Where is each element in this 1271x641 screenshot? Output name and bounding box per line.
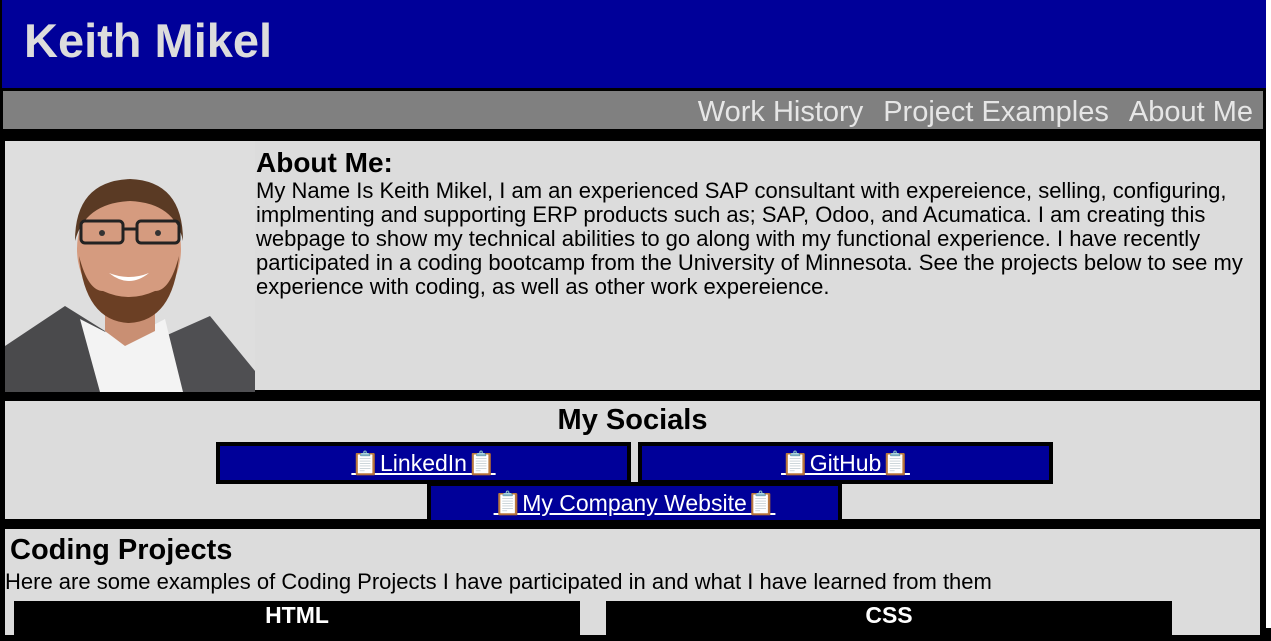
scrollbar[interactable]	[1266, 0, 1271, 628]
projects-section: Coding Projects Here are some examples o…	[3, 527, 1262, 641]
socials-heading: My Socials	[557, 404, 708, 436]
profile-photo	[5, 141, 255, 392]
company-website-link[interactable]: 📋My Company Website📋	[494, 490, 776, 517]
github-button[interactable]: 📋GitHub📋	[638, 442, 1053, 484]
about-section: About Me: My Name Is Keith Mikel, I am a…	[3, 139, 1262, 392]
company-website-button[interactable]: 📋My Company Website📋	[427, 482, 842, 524]
project-card-css[interactable]: CSS	[606, 601, 1172, 641]
nav-links: Work History Project Examples About Me	[698, 95, 1253, 129]
socials-section: My Socials 📋LinkedIn📋 📋GitHub📋 📋My Compa…	[3, 399, 1262, 524]
site-header: Keith Mikel	[0, 0, 1271, 88]
nav-about-me[interactable]: About Me	[1129, 95, 1253, 129]
about-text: About Me: My Name Is Keith Mikel, I am a…	[256, 147, 1250, 299]
nav-bar: Work History Project Examples About Me	[0, 88, 1266, 132]
github-link[interactable]: 📋GitHub📋	[781, 450, 910, 477]
projects-heading: Coding Projects	[10, 534, 233, 566]
nav-work-history[interactable]: Work History	[698, 95, 863, 129]
about-body: My Name Is Keith Mikel, I am an experien…	[256, 178, 1243, 299]
nav-project-examples[interactable]: Project Examples	[883, 95, 1109, 129]
linkedin-button[interactable]: 📋LinkedIn📋	[216, 442, 631, 484]
site-title: Keith Mikel	[24, 14, 273, 67]
profile-portrait-icon	[5, 141, 255, 392]
projects-intro: Here are some examples of Coding Project…	[5, 569, 992, 594]
project-card-html[interactable]: HTML	[14, 601, 580, 641]
linkedin-link[interactable]: 📋LinkedIn📋	[351, 450, 495, 477]
about-heading: About Me:	[256, 147, 393, 178]
